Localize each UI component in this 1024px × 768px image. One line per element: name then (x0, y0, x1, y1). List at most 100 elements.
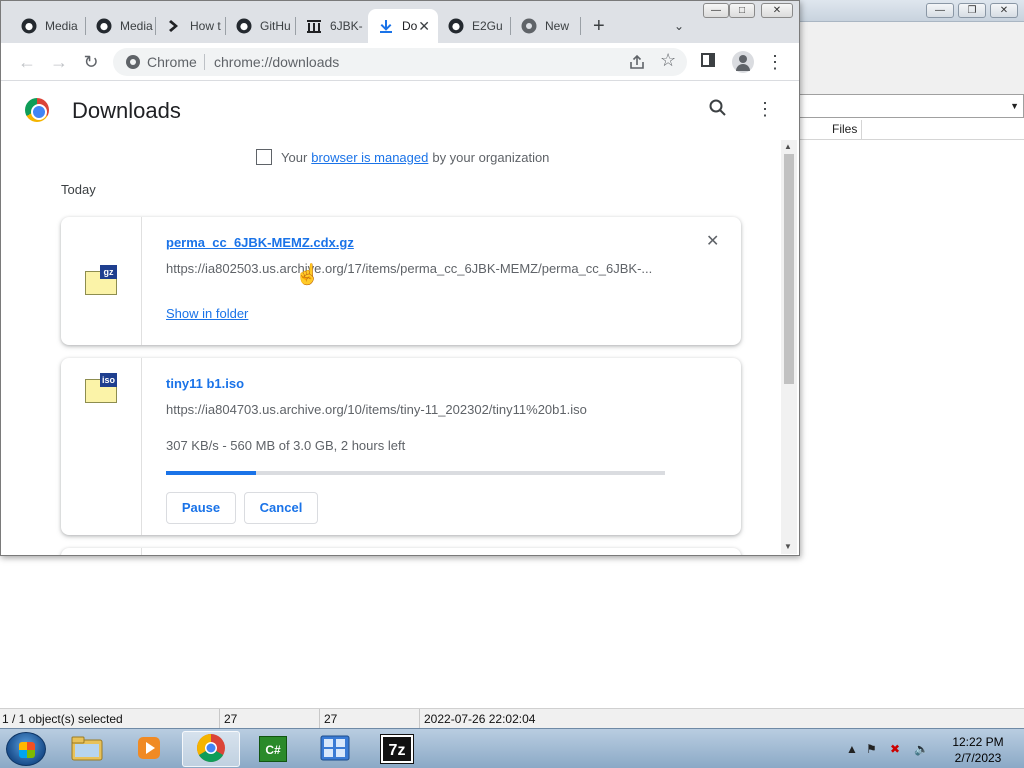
status-divider (219, 709, 220, 729)
side-panel-icon[interactable] (701, 53, 715, 67)
address-bar[interactable]: Chrome chrome://downloads ☆ (113, 48, 687, 76)
tab-separator (580, 17, 581, 35)
file-icon-column (61, 548, 142, 555)
bg-minimize-button[interactable]: — (926, 3, 954, 18)
github-icon (96, 18, 112, 34)
tab-downloads[interactable]: Do ✕ (368, 9, 438, 43)
pause-button[interactable]: Pause (166, 492, 236, 524)
progress-fill (166, 471, 256, 475)
background-toolbar (798, 22, 1024, 94)
date-section-header: Today (61, 182, 96, 197)
taskbar-media-player[interactable] (120, 731, 178, 767)
tab-label: E2Gu (472, 19, 503, 33)
media-player-icon (135, 734, 163, 765)
omnibox-divider (204, 54, 205, 70)
chrome-logo-icon (25, 98, 49, 122)
download-progress-bar (166, 471, 665, 475)
tab-search-chevron-icon[interactable]: ⌄ (674, 19, 684, 33)
tab-strip: Media Media How t GitHu 6JBK- Do ✕ E2Gu … (1, 1, 799, 43)
more-actions-icon[interactable]: ⋮ (756, 99, 774, 120)
reload-icon[interactable]: ↻ (80, 51, 102, 73)
new-tab-button[interactable]: + (593, 16, 605, 36)
hand-cursor-icon: ☝ (295, 264, 320, 286)
scroll-up-icon[interactable]: ▲ (784, 142, 792, 151)
status-size: 27 (224, 712, 238, 726)
chrome-page-icon (125, 54, 141, 73)
url-text[interactable]: chrome://downloads (214, 54, 339, 70)
dropdown-arrow-icon[interactable]: ▼ (1010, 101, 1019, 111)
background-statusbar: 1 / 1 object(s) selected 27 27 2022-07-2… (0, 708, 1024, 729)
download-card-partial (61, 548, 741, 555)
action-center-icon[interactable]: ⚑ (866, 742, 877, 756)
column-divider (861, 120, 862, 139)
files-column-header[interactable]: Files (832, 122, 857, 136)
back-icon[interactable]: ← (16, 51, 38, 73)
tab-new[interactable]: New (511, 9, 581, 43)
tab-label: New (545, 19, 570, 33)
taskbar-7zip[interactable]: 7z (368, 731, 426, 767)
download-url: https://ia804703.us.archive.org/10/items… (166, 402, 587, 417)
show-in-folder-link[interactable]: Show in folder (166, 306, 248, 321)
close-tab-icon[interactable]: ✕ (418, 18, 430, 35)
tab-media-2[interactable]: Media (86, 9, 156, 43)
bg-close-button[interactable]: ✕ (990, 3, 1018, 18)
tab-label: Media (45, 19, 78, 33)
taskbar: C# 7z ▲ ⚑ ✖ 🔈 12:22 PM 2/7/2023 (0, 728, 1024, 768)
clock-time[interactable]: 12:22 PM (948, 735, 1008, 749)
share-icon[interactable] (628, 53, 646, 74)
tab-media-1[interactable]: Media (11, 9, 86, 43)
chrome-icon (521, 18, 537, 34)
chrome-menu-icon[interactable]: ⋮ (766, 51, 784, 73)
network-icon[interactable]: ✖ (890, 742, 900, 756)
chrome-icon (196, 733, 226, 766)
download-status: 307 KB/s - 560 MB of 3.0 GB, 2 hours lef… (166, 438, 406, 453)
download-filename[interactable]: tiny11 b1.iso (166, 376, 244, 391)
folder-icon (71, 735, 103, 764)
maximize-button[interactable]: □ (729, 3, 755, 18)
managed-prefix: Your (281, 149, 308, 165)
github-icon (21, 18, 37, 34)
file-icon-column: gz (61, 217, 142, 345)
scroll-down-icon[interactable]: ▼ (784, 542, 792, 551)
github-icon (448, 18, 464, 34)
file-icon-column: iso (61, 358, 142, 535)
taskbar-control-panel[interactable] (306, 731, 364, 767)
download-card: gz perma_cc_6JBK-MEMZ.cdx.gz https://ia8… (61, 217, 741, 345)
scrollbar-thumb[interactable] (784, 154, 794, 384)
page-scrollbar[interactable]: ▲ ▼ (781, 140, 797, 554)
profile-avatar-icon[interactable] (732, 51, 754, 73)
download-filename[interactable]: perma_cc_6JBK-MEMZ.cdx.gz (166, 235, 354, 250)
chevron-right-icon (166, 18, 182, 34)
control-panel-icon (320, 735, 350, 764)
managed-link[interactable]: browser is managed (311, 150, 428, 165)
7zip-icon: 7z (380, 734, 414, 764)
browser-toolbar: ← → ↻ Chrome chrome://downloads ☆ ⋮ (1, 43, 799, 81)
download-url: https://ia802503.us.archive.org/17/items… (166, 261, 653, 276)
start-button[interactable] (6, 732, 46, 766)
file-type-tag: iso (100, 373, 117, 387)
bg-restore-button[interactable]: ❐ (958, 3, 986, 18)
search-icon[interactable] (708, 98, 728, 118)
volume-icon[interactable]: 🔈 (914, 742, 929, 756)
cancel-button[interactable]: Cancel (244, 492, 318, 524)
download-icon (378, 18, 394, 34)
bookmark-star-icon[interactable]: ☆ (660, 50, 676, 71)
tab-e2gu[interactable]: E2Gu (438, 9, 511, 43)
close-window-button[interactable]: ✕ (761, 3, 793, 18)
taskbar-chrome[interactable] (182, 731, 240, 767)
file-type-tag: gz (100, 265, 117, 279)
tab-6jbk[interactable]: 6JBK- (296, 9, 366, 43)
tab-label: Media (120, 19, 153, 33)
clock-date[interactable]: 2/7/2023 (948, 751, 1008, 765)
omnibox-scheme-label: Chrome (147, 54, 197, 70)
taskbar-explorer[interactable] (58, 731, 116, 767)
background-address-bar[interactable]: ▼ (798, 94, 1024, 118)
taskbar-csharp[interactable]: C# (244, 731, 302, 767)
remove-download-icon[interactable]: ✕ (706, 231, 719, 251)
show-hidden-icons-icon[interactable]: ▲ (846, 742, 858, 756)
tab-github[interactable]: GitHu (226, 9, 296, 43)
minimize-button[interactable]: — (703, 3, 729, 18)
tab-how[interactable]: How t (156, 9, 226, 43)
status-modified: 2022-07-26 22:02:04 (424, 712, 536, 726)
forward-icon[interactable]: → (48, 51, 70, 73)
